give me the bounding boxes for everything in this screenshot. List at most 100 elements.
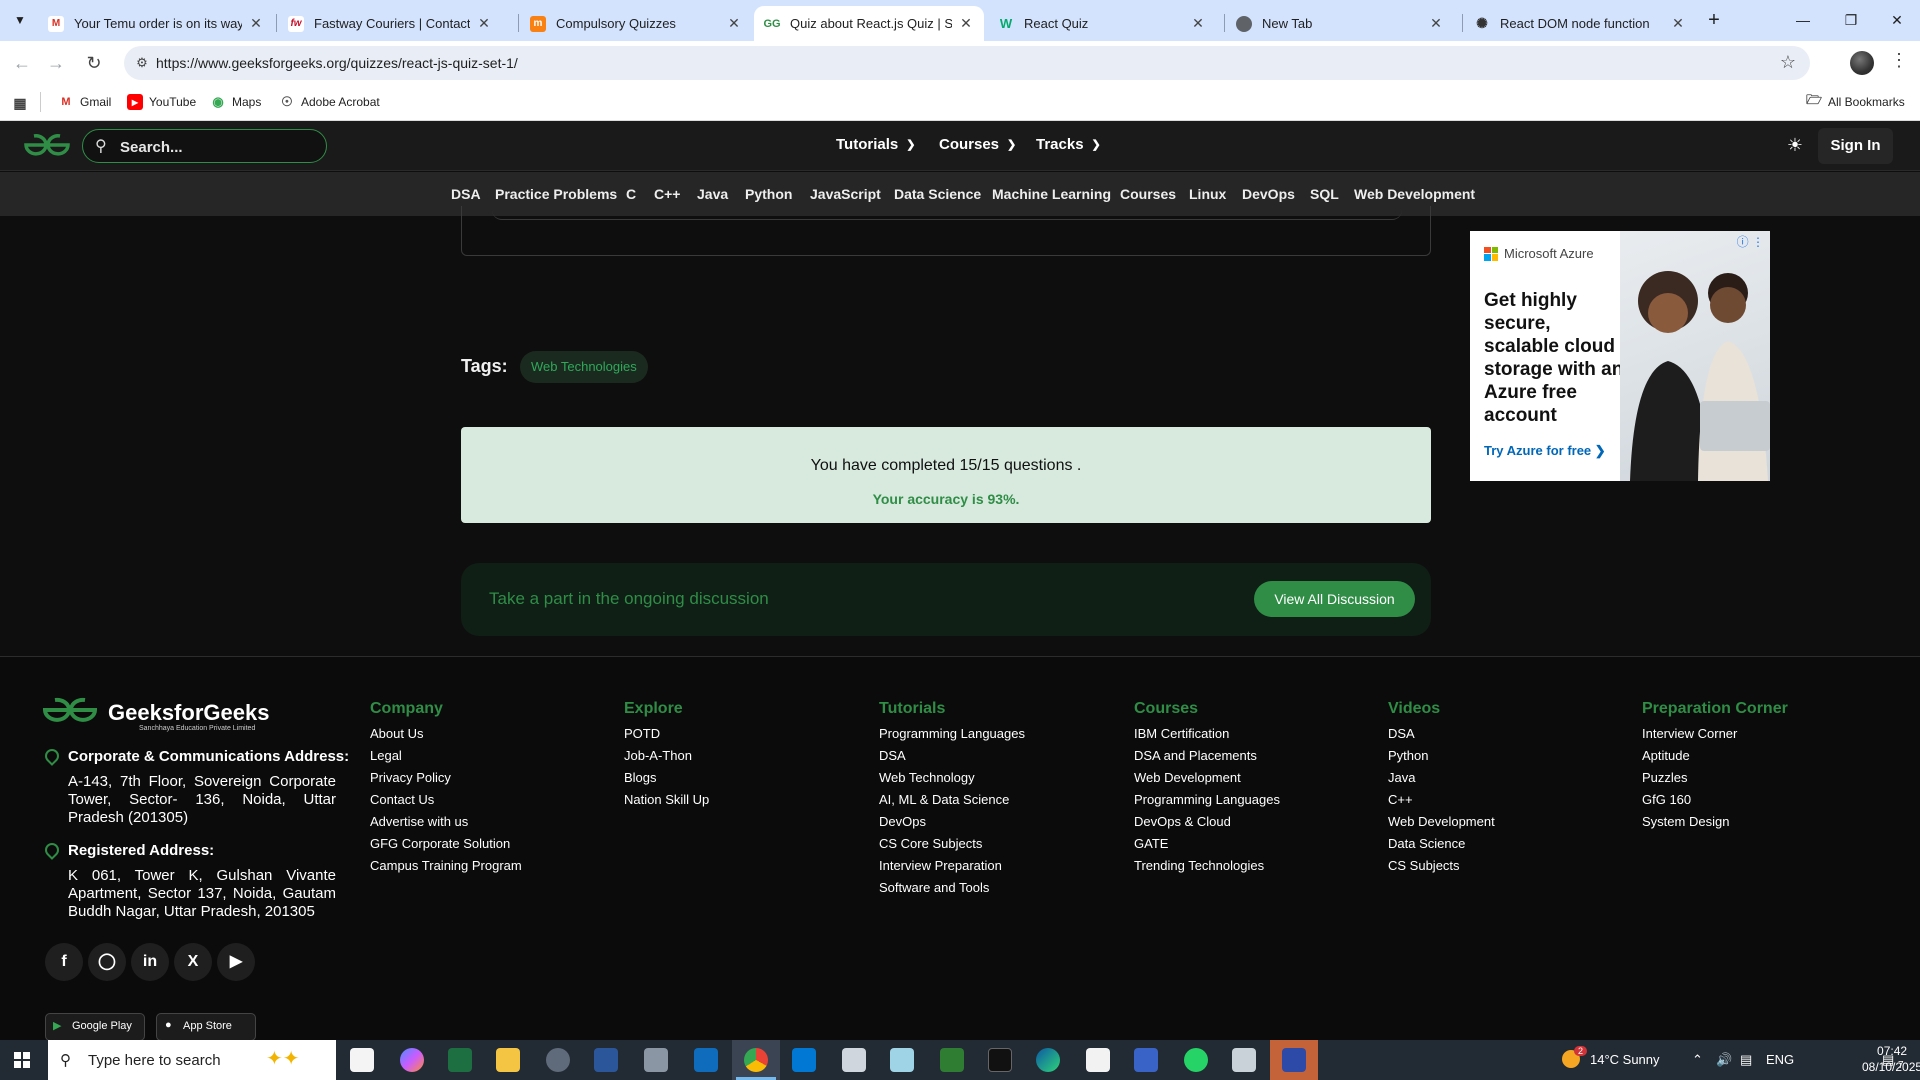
remote-connection-icon[interactable]: [792, 1048, 816, 1072]
footer-link[interactable]: Interview Preparation: [879, 855, 1025, 877]
project-app-icon[interactable]: [940, 1048, 964, 1072]
discussion-input[interactable]: Take a part in the ongoing discussion: [489, 589, 769, 609]
new-tab-button[interactable]: +: [1702, 9, 1726, 33]
ad-info-icon[interactable]: ⓘ ⋮: [1737, 233, 1764, 250]
subnav-python[interactable]: Python: [745, 186, 792, 202]
show-hidden-icons-icon[interactable]: ⌃: [1692, 1052, 1703, 1068]
tab-fastway[interactable]: fw Fastway Couriers | Contact us ✕: [278, 6, 502, 41]
edge-icon[interactable]: [1036, 1048, 1060, 1072]
footer-link[interactable]: AI, ML & Data Science: [879, 789, 1025, 811]
gfg-logo-icon[interactable]: [22, 131, 72, 159]
remote-app-icon[interactable]: [1282, 1048, 1306, 1072]
notification-center-icon[interactable]: ▤: [1882, 1052, 1894, 1068]
footer-link[interactable]: Web Development: [1388, 811, 1495, 833]
linkedin-icon[interactable]: in: [131, 943, 169, 981]
tab-new-tab[interactable]: New Tab ✕: [1226, 6, 1454, 41]
footer-link[interactable]: Job-A-Thon: [624, 745, 709, 767]
all-bookmarks[interactable]: 🗁 All Bookmarks: [1806, 92, 1905, 110]
tab-gmail[interactable]: M Your Temu order is on its way! 🚚 ✕: [38, 6, 274, 41]
footer-link[interactable]: Contact Us: [370, 789, 522, 811]
notes-app-icon[interactable]: [890, 1048, 914, 1072]
close-tab-icon[interactable]: ✕: [958, 15, 974, 32]
bookmark-gmail[interactable]: M Gmail: [58, 94, 111, 110]
footer-link[interactable]: System Design: [1642, 811, 1737, 833]
app-store-badge[interactable]: ● App Store: [156, 1013, 256, 1041]
footer-link[interactable]: Nation Skill Up: [624, 789, 709, 811]
subnav-web-development[interactable]: Web Development: [1354, 186, 1475, 202]
subnav-c[interactable]: C: [626, 186, 636, 202]
close-tab-icon[interactable]: ✕: [726, 15, 742, 32]
network-icon[interactable]: ▤: [1740, 1052, 1752, 1068]
theme-toggle-icon[interactable]: ☀: [1784, 135, 1806, 157]
powershell-icon[interactable]: [1134, 1048, 1158, 1072]
footer-link[interactable]: GATE: [1134, 833, 1280, 855]
chrome-icon[interactable]: [744, 1048, 768, 1072]
windows-start-icon[interactable]: [14, 1052, 30, 1068]
footer-link[interactable]: Interview Corner: [1642, 723, 1737, 745]
footer-link[interactable]: Python: [1388, 745, 1495, 767]
footer-link[interactable]: DSA and Placements: [1134, 745, 1280, 767]
chart-app-icon[interactable]: [1086, 1048, 1110, 1072]
tag-web-technologies[interactable]: Web Technologies: [520, 351, 648, 383]
footer-link[interactable]: Web Development: [1134, 767, 1280, 789]
profile-avatar[interactable]: [1850, 51, 1874, 75]
footer-link[interactable]: Web Technology: [879, 767, 1025, 789]
view-all-discussion-button[interactable]: View All Discussion: [1254, 581, 1415, 617]
facebook-icon[interactable]: f: [45, 943, 83, 981]
footer-link[interactable]: Java: [1388, 767, 1495, 789]
footer-link[interactable]: Programming Languages: [1134, 789, 1280, 811]
close-window-button[interactable]: ✕: [1874, 0, 1920, 41]
subnav-devops[interactable]: DevOps: [1242, 186, 1295, 202]
footer-link[interactable]: POTD: [624, 723, 709, 745]
footer-link[interactable]: Privacy Policy: [370, 767, 522, 789]
restore-button[interactable]: ❐: [1828, 0, 1874, 41]
subnav-linux[interactable]: Linux: [1189, 186, 1226, 202]
footer-link[interactable]: Trending Technologies: [1134, 855, 1280, 877]
excel-icon[interactable]: [448, 1048, 472, 1072]
camera-icon[interactable]: [546, 1048, 570, 1072]
browser-menu-icon[interactable]: ⋮: [1890, 50, 1908, 71]
word-icon[interactable]: [594, 1048, 618, 1072]
subnav-java[interactable]: Java: [697, 186, 728, 202]
taskbar-search-input[interactable]: ⚲ Type here to search ✦✦: [48, 1040, 336, 1080]
tab-compulsory-quizzes[interactable]: m Compulsory Quizzes ✕: [520, 6, 752, 41]
close-tab-icon[interactable]: ✕: [1428, 15, 1444, 32]
ad-cta-link[interactable]: Try Azure for free ❯: [1484, 443, 1606, 459]
close-tab-icon[interactable]: ✕: [1670, 15, 1686, 32]
footer-link[interactable]: Blogs: [624, 767, 709, 789]
footer-link[interactable]: CS Core Subjects: [879, 833, 1025, 855]
bookmark-maps[interactable]: ◉ Maps: [210, 94, 261, 110]
nav-tracks[interactable]: Tracks ❯: [1036, 136, 1101, 153]
language-indicator[interactable]: ENG: [1766, 1052, 1794, 1067]
footer-link[interactable]: C++: [1388, 789, 1495, 811]
close-tab-icon[interactable]: ✕: [248, 15, 264, 32]
instagram-icon[interactable]: ◯: [88, 943, 126, 981]
file-explorer-icon[interactable]: [496, 1048, 520, 1072]
footer-link[interactable]: Software and Tools: [879, 877, 1025, 899]
tab-react-quiz-gfg[interactable]: GG Quiz about React.js Quiz | Set-1 ✕: [754, 6, 984, 41]
footer-link[interactable]: Puzzles: [1642, 767, 1737, 789]
apps-grid-icon[interactable]: ▦: [12, 95, 34, 111]
footer-link[interactable]: DSA: [879, 745, 1025, 767]
printer-icon[interactable]: [842, 1048, 866, 1072]
footer-link[interactable]: DSA: [1388, 723, 1495, 745]
footer-link[interactable]: GfG 160: [1642, 789, 1737, 811]
forward-button[interactable]: →: [42, 49, 70, 77]
copilot-icon[interactable]: [400, 1048, 424, 1072]
subnav-dsa[interactable]: DSA: [451, 186, 481, 202]
subnav-practice-problems[interactable]: Practice Problems: [495, 186, 617, 202]
bookmark-star-icon[interactable]: ☆: [1780, 52, 1796, 73]
tab-search-icon[interactable]: ▼: [8, 8, 32, 32]
site-info-icon[interactable]: ⚙: [132, 53, 152, 73]
weather-text[interactable]: 14°C Sunny: [1590, 1052, 1660, 1067]
close-tab-icon[interactable]: ✕: [476, 15, 492, 32]
footer-link[interactable]: CS Subjects: [1388, 855, 1495, 877]
footer-link[interactable]: GFG Corporate Solution: [370, 833, 522, 855]
subnav-cpp[interactable]: C++: [654, 186, 680, 202]
footer-link[interactable]: Programming Languages: [879, 723, 1025, 745]
subnav-data-science[interactable]: Data Science: [894, 186, 981, 202]
volume-icon[interactable]: 🔊: [1716, 1052, 1732, 1068]
nav-courses[interactable]: Courses ❯: [939, 136, 1016, 153]
x-twitter-icon[interactable]: X: [174, 943, 212, 981]
terminal-icon[interactable]: [988, 1048, 1012, 1072]
